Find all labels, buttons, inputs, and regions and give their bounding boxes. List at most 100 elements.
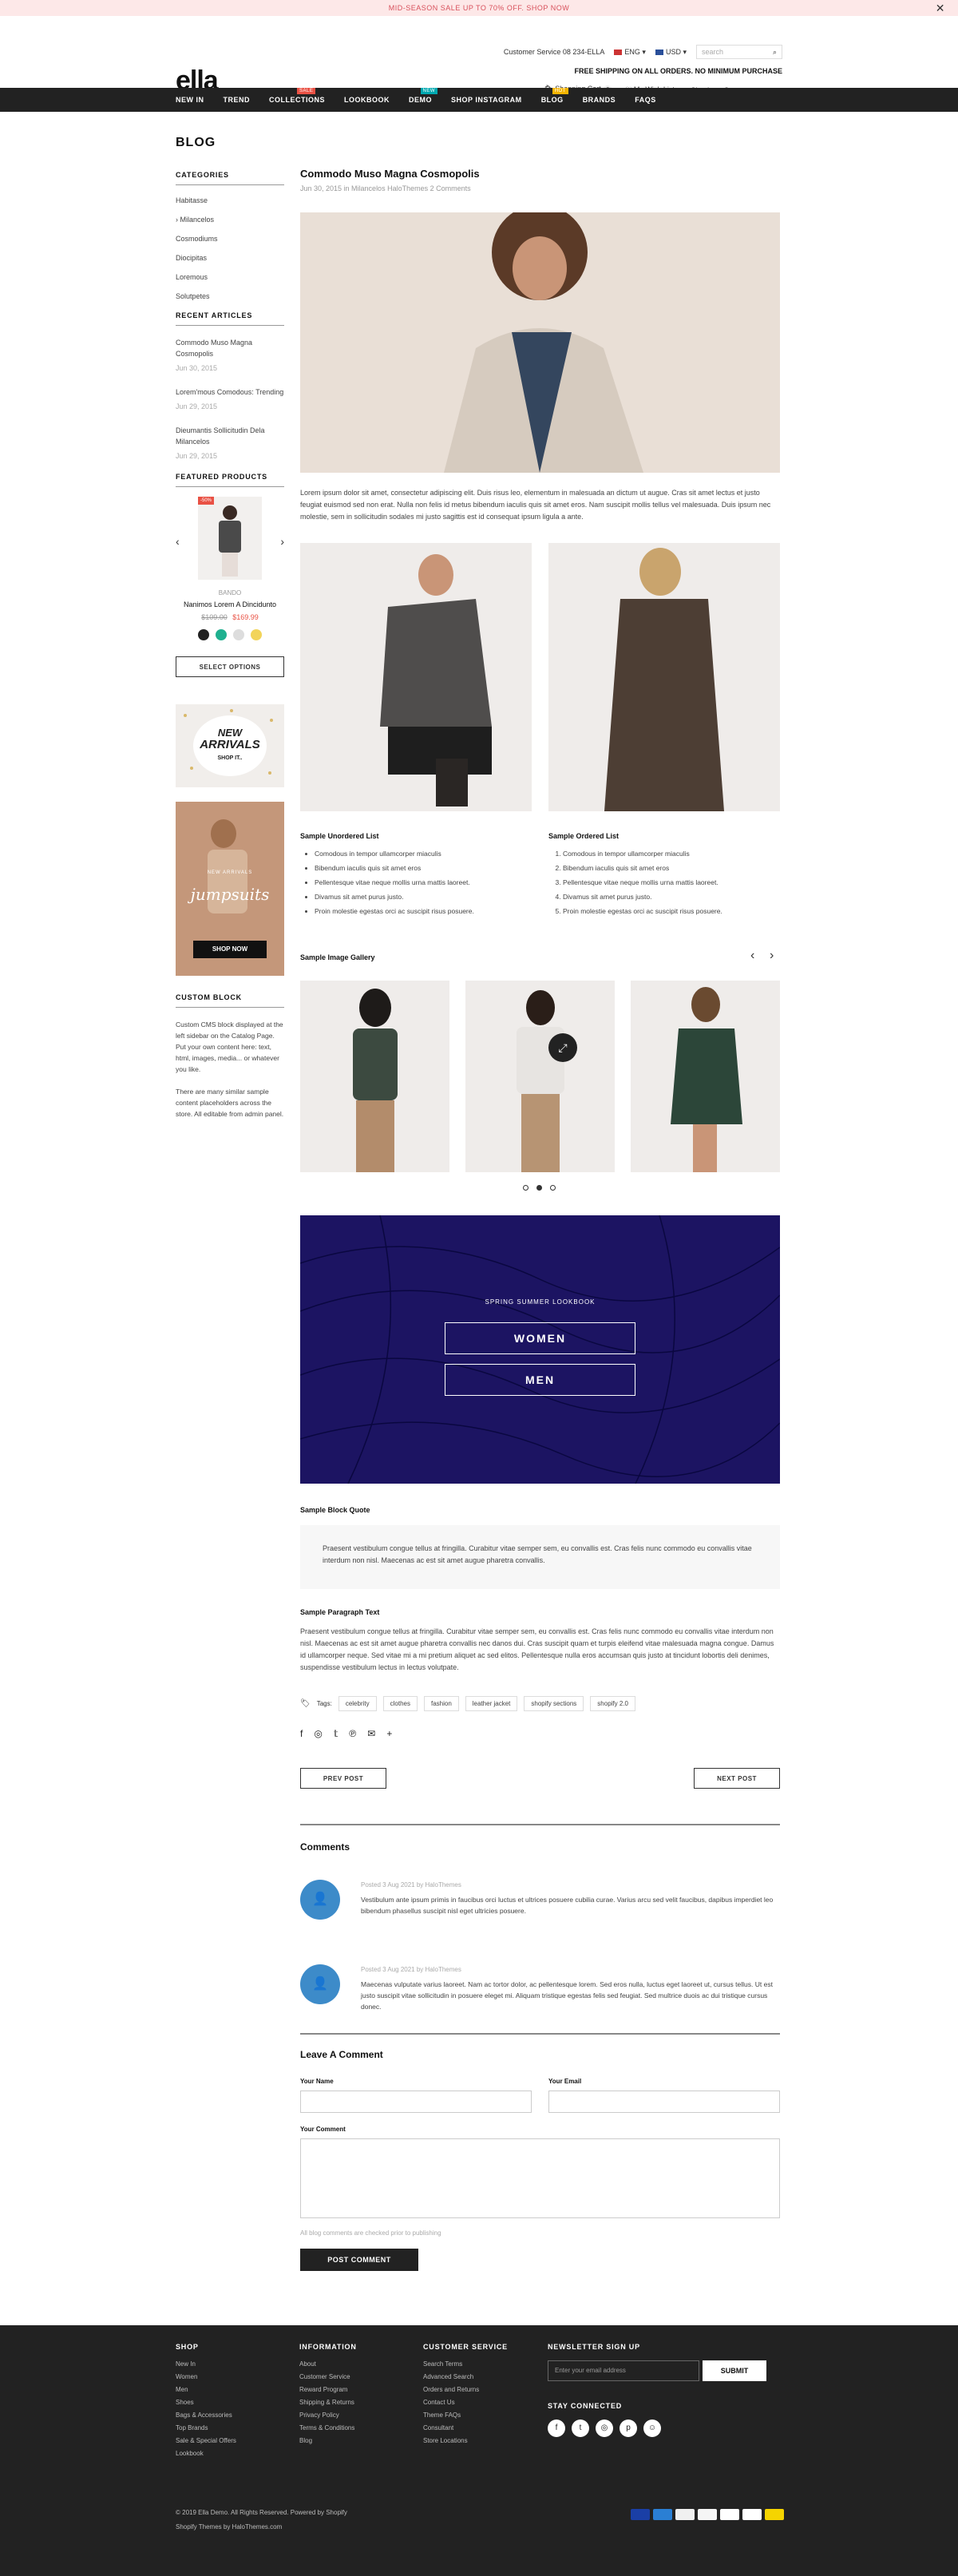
footer-link[interactable]: Blog (299, 2437, 423, 2444)
color-swatches (198, 629, 262, 640)
share-icons: f ◎ 𝕥 ℗ ✉ + (300, 1728, 392, 1739)
category-item[interactable]: › Milancelos (176, 216, 284, 224)
footer-link[interactable]: Reward Program (299, 2386, 423, 2393)
next-post-button[interactable]: NEXT POST (694, 1768, 780, 1789)
recent-article-title[interactable]: Dieumantis Sollicitudin Dela Milancelos (176, 425, 284, 447)
snapchat-icon[interactable]: ☺ (643, 2419, 661, 2437)
color-swatch[interactable] (216, 629, 227, 640)
recent-article-title[interactable]: Lorem'mous Comodous: Trending (176, 386, 284, 398)
twitter-icon[interactable]: 𝕥 (334, 1728, 338, 1739)
nav-item[interactable]: SHOP INSTAGRAM (451, 96, 522, 104)
footer-link[interactable]: Terms & Conditions (299, 2424, 423, 2431)
pinterest-icon[interactable]: p (620, 2419, 637, 2437)
search-icon[interactable]: ⌕ (773, 48, 777, 57)
footer-link[interactable]: Store Locations (423, 2437, 547, 2444)
nav-item[interactable]: LOOKBOOK (344, 96, 390, 104)
category-item[interactable]: Habitasse (176, 196, 284, 204)
footer-link[interactable]: Orders and Returns (423, 2386, 547, 2393)
footer-link[interactable]: Sale & Special Offers (176, 2437, 299, 2444)
color-swatch[interactable] (251, 629, 262, 640)
tag-link[interactable]: shopify 2.0 (590, 1696, 635, 1711)
nav-item[interactable]: NEW IN (176, 96, 204, 104)
color-swatch[interactable] (198, 629, 209, 640)
gallery-next-icon[interactable]: › (770, 949, 774, 963)
gallery-image[interactable] (300, 981, 449, 1172)
new-arrivals-banner[interactable]: NEW ARRIVALS SHOP IT.. (176, 704, 284, 787)
footer-link[interactable]: Top Brands (176, 2424, 299, 2431)
close-icon[interactable]: ✕ (936, 0, 945, 16)
theme-credit[interactable]: Shopify Themes by HaloThemes.com (176, 2523, 282, 2530)
chevron-left-icon[interactable]: ‹ (176, 535, 180, 548)
dot-active[interactable] (536, 1185, 542, 1191)
chevron-right-icon[interactable]: › (280, 535, 284, 548)
footer-link[interactable]: Men (176, 2386, 299, 2393)
footer-link[interactable]: Privacy Policy (299, 2412, 423, 2419)
footer-link[interactable]: Customer Service (299, 2373, 423, 2380)
men-button[interactable]: MEN (445, 1364, 635, 1396)
language-selector[interactable]: ENG ▾ (614, 48, 646, 57)
jumpsuits-banner[interactable]: NEW ARRIVALS jumpsuits SHOP NOW (176, 802, 284, 976)
tag-link[interactable]: fashion (423, 1696, 459, 1711)
nav-item[interactable]: FAQS (635, 96, 656, 104)
footer-link[interactable]: New In (176, 2360, 299, 2368)
expand-icon[interactable]: ⤢ (548, 1033, 577, 1062)
gallery-image[interactable]: ⤢ (465, 981, 615, 1172)
gallery-image[interactable] (631, 981, 780, 1172)
promo-text[interactable]: MID-SEASON SALE UP TO 70% OFF. SHOP NOW (389, 4, 569, 12)
footer-link[interactable]: Consultant (423, 2424, 547, 2431)
custom-block-title: CUSTOM BLOCK (176, 993, 284, 1008)
recent-article-title[interactable]: Commodo Muso Magna Cosmopolis (176, 337, 284, 359)
instagram-icon[interactable]: ◎ (314, 1728, 322, 1739)
email-field[interactable] (548, 2091, 780, 2113)
footer-link[interactable]: Contact Us (423, 2399, 547, 2406)
paypal-icon (720, 2509, 739, 2520)
nav-item[interactable]: TREND (224, 96, 251, 104)
comment-textarea[interactable] (300, 2138, 780, 2218)
footer-link[interactable]: Lookbook (176, 2450, 299, 2457)
gallery-prev-icon[interactable]: ‹ (750, 949, 754, 963)
category-item[interactable]: Loremous (176, 273, 284, 281)
footer-link[interactable]: Women (176, 2373, 299, 2380)
facebook-icon[interactable]: f (300, 1728, 303, 1739)
shop-now-button[interactable]: SHOP NOW (193, 941, 267, 958)
nav-item[interactable]: BLOG HOT (541, 88, 568, 104)
prev-post-button[interactable]: PREV POST (300, 1768, 386, 1789)
category-item[interactable]: Cosmodiums (176, 235, 284, 243)
post-comment-button[interactable]: POST COMMENT (300, 2249, 418, 2271)
newsletter-email-input[interactable]: Enter your email address (548, 2360, 699, 2381)
pinterest-icon[interactable]: ℗ (349, 1728, 356, 1739)
name-field[interactable] (300, 2091, 532, 2113)
currency-selector[interactable]: USD ▾ (655, 48, 687, 57)
dot[interactable] (523, 1185, 528, 1191)
women-button[interactable]: WOMEN (445, 1322, 635, 1354)
twitter-icon[interactable]: t (572, 2419, 589, 2437)
footer-link[interactable]: Shipping & Returns (299, 2399, 423, 2406)
search-input[interactable]: search ⌕ (696, 45, 782, 59)
tag-link[interactable]: celebrity (338, 1696, 377, 1711)
footer-link[interactable]: About (299, 2360, 423, 2368)
product-name[interactable]: Nanimos Lorem A Dincidunto (176, 600, 284, 608)
footer-link[interactable]: Advanced Search (423, 2373, 547, 2380)
footer-link[interactable]: Theme FAQs (423, 2412, 547, 2419)
tag-link[interactable]: leather jacket (465, 1696, 518, 1711)
category-item[interactable]: Diocipitas (176, 254, 284, 262)
nav-item[interactable]: DEMO NEW (409, 88, 437, 104)
tag-link[interactable]: clothes (382, 1696, 418, 1711)
category-item[interactable]: Solutpetes (176, 292, 284, 300)
newsletter-submit-button[interactable]: SUBMIT (703, 2360, 766, 2381)
dot[interactable] (550, 1185, 556, 1191)
footer-link[interactable]: Search Terms (423, 2360, 547, 2368)
instagram-icon[interactable]: ◎ (596, 2419, 613, 2437)
tag-link[interactable]: shopify sections (524, 1696, 584, 1711)
facebook-icon[interactable]: f (548, 2419, 565, 2437)
footer-link[interactable]: Shoes (176, 2399, 299, 2406)
product-image[interactable]: -50% (198, 497, 262, 580)
select-options-button[interactable]: SELECT OPTIONS (176, 656, 284, 677)
footer-link[interactable]: Bags & Accessories (176, 2412, 299, 2419)
color-swatch[interactable] (233, 629, 244, 640)
nav-item[interactable]: COLLECTIONS SALE (269, 88, 325, 104)
plus-icon[interactable]: + (386, 1728, 392, 1739)
promo-bar[interactable]: MID-SEASON SALE UP TO 70% OFF. SHOP NOW … (0, 0, 958, 16)
email-icon[interactable]: ✉ (367, 1728, 375, 1739)
nav-item[interactable]: BRANDS (583, 96, 616, 104)
